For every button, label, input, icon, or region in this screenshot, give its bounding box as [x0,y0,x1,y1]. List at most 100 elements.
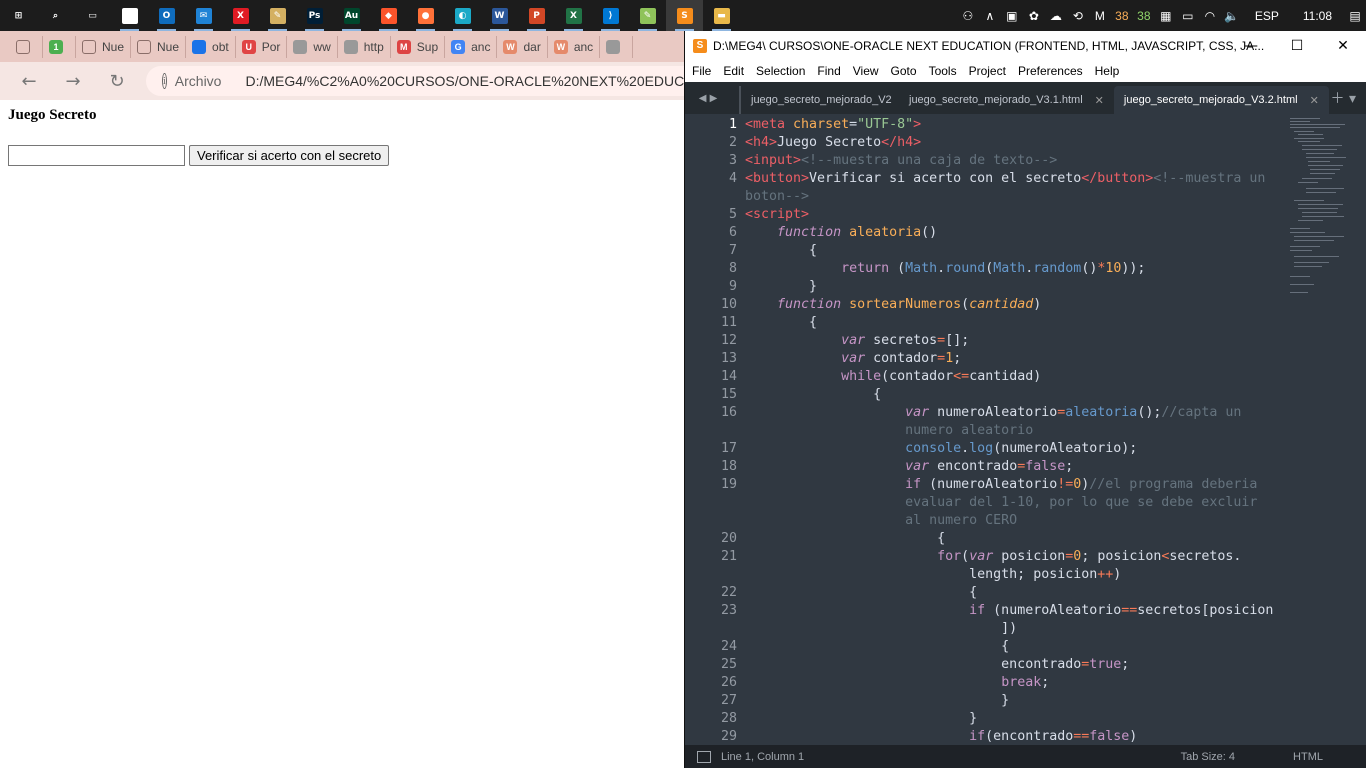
menu-selection[interactable]: Selection [756,64,805,78]
back-button[interactable]: ← [14,66,44,96]
taskbar-edge-icon[interactable]: ◐ [444,0,481,31]
volume-icon[interactable]: 🔈 [1221,0,1243,31]
taskbar-vscode-icon[interactable]: ⟩ [592,0,629,31]
taskbar-pen-app-icon[interactable]: ✎ [259,0,296,31]
code-line[interactable]: <meta charset="UTF-8"> [745,116,921,134]
browser-tab[interactable] [10,35,43,58]
taskbar-task-view-icon[interactable]: ▭ [74,0,111,31]
code-line[interactable]: if (numeroAleatorio==secretos[posicion [745,602,1273,620]
onedrive-icon[interactable]: ☁ [1045,0,1067,31]
taskbar-notepad-icon[interactable]: ✎ [629,0,666,31]
verify-button[interactable]: Verificar si acerto con el secreto [189,145,390,166]
code-line[interactable]: { [745,242,817,260]
code-line[interactable]: if(encontrado==false) [745,728,1137,745]
app-icon[interactable]: ✿ [1023,0,1045,31]
code-line[interactable]: var numeroAleatorio=aleatoria();//capta … [745,404,1241,422]
code-line[interactable]: function sortearNumeros(cantidad) [745,296,1041,314]
panel-toggle-icon[interactable] [697,750,711,763]
reload-button[interactable]: ↻ [102,66,132,96]
browser-tab[interactable]: Ganc [445,35,498,58]
browser-tab[interactable]: Nue [76,35,132,58]
calculator-icon[interactable]: ▦ [1155,0,1177,31]
taskbar-word-icon[interactable]: W [481,0,518,31]
taskbar-sublime-icon[interactable]: S [666,0,703,31]
code-line[interactable]: <input><!--muestra una caja de texto--> [745,152,1057,170]
code-line[interactable]: evaluar del 1-10, por lo que se debe exc… [745,494,1257,512]
code-area[interactable]: 1 <meta charset="UTF-8"> 2 <h4>Juego Secret… [685,114,1366,745]
code-line[interactable]: { [745,314,817,332]
forward-button[interactable]: → [58,66,88,96]
taskbar-firefox-icon[interactable]: ● [407,0,444,31]
code-line[interactable]: { [745,584,977,602]
tray-badge1[interactable]: 38 [1111,0,1133,31]
close-tab-icon[interactable]: ✕ [1310,94,1319,107]
code-line[interactable]: } [745,710,977,728]
taskbar-audition-icon[interactable]: Au [333,0,370,31]
code-line[interactable]: <button>Verificar si acerto con el secre… [745,170,1265,188]
code-line[interactable]: if (numeroAleatorio!=0)//el programa deb… [745,476,1257,494]
code-line[interactable]: encontrado=true; [745,656,1129,674]
code-line[interactable]: numero aleatorio [745,422,1033,440]
taskbar-explorer-icon[interactable]: ▬ [703,0,740,31]
wifi-icon[interactable]: ◠ [1199,0,1221,31]
code-line[interactable]: <h4>Juego Secreto</h4> [745,134,921,152]
maximize-button[interactable]: ☐ [1274,31,1320,60]
tray-lang[interactable]: ESP [1243,0,1291,31]
info-icon[interactable]: i [162,73,167,89]
editor-tab[interactable]: juego_secreto_mejorado_V3.1.html ✕ [899,86,1114,114]
address-bar[interactable]: i Archivo D:/MEG4/%C2%A0%20CURSOS/ONE-OR… [146,66,684,96]
taskbar-mail-icon[interactable]: ✉ [185,0,222,31]
minimize-button[interactable]: — [1228,31,1274,60]
syntax-mode[interactable]: HTML [1293,751,1323,763]
browser-tab[interactable]: ww [287,35,338,58]
taskbar-outlook-icon[interactable]: O [148,0,185,31]
code-line[interactable]: return (Math.round(Math.random()*10)); [745,260,1145,278]
browser-tab[interactable]: Wdar [497,35,548,58]
code-line[interactable]: } [745,692,1009,710]
people-icon[interactable]: ⚇ [957,0,979,31]
browser-tab[interactable]: 1 [43,35,76,58]
taskbar-photoshop-icon[interactable]: Ps [296,0,333,31]
editor-tab[interactable]: juego_secreto_mejorado_V3.2.html ✕ [1113,86,1329,114]
taskbar-powerpoint-icon[interactable]: P [518,0,555,31]
monitor-icon[interactable]: ▣ [1001,0,1023,31]
tray-badge2[interactable]: 38 [1133,0,1155,31]
sync-icon[interactable]: ⟲ [1067,0,1089,31]
menu-edit[interactable]: Edit [723,64,744,78]
menu-view[interactable]: View [853,64,879,78]
code-line[interactable]: length; posicion++) [745,566,1121,584]
m-icon[interactable]: M [1089,0,1111,31]
editor-tab[interactable]: juego_secreto_mejorado_V2 [739,86,899,114]
menu-find[interactable]: Find [817,64,840,78]
browser-tab[interactable]: Wanc [548,35,601,58]
taskbar-excel-icon[interactable]: X [555,0,592,31]
taskbar-search-icon[interactable]: ⌕ [37,0,74,31]
code-line[interactable]: al numero CERO [745,512,1017,530]
close-tab-icon[interactable]: ✕ [1095,94,1104,107]
chevron-up-icon[interactable]: ∧ [979,0,1001,31]
tab-size[interactable]: Tab Size: 4 [1181,751,1235,763]
code-line[interactable]: } [745,278,817,296]
browser-tab[interactable]: U Por [236,35,288,58]
battery-icon[interactable]: ▭ [1177,0,1199,31]
code-line[interactable]: console.log(numeroAleatorio); [745,440,1137,458]
browser-tab[interactable]: http [338,35,391,58]
code-line[interactable]: { [745,530,945,548]
minimap[interactable] [1288,116,1348,316]
notification-icon[interactable]: ▤ [1344,0,1366,31]
code-line[interactable]: { [745,386,881,404]
code-line[interactable]: function aleatoria() [745,224,937,242]
menu-preferences[interactable]: Preferences [1018,64,1083,78]
tray-time[interactable]: 11:08 [1291,0,1344,31]
code-line[interactable]: while(contador<=cantidad) [745,368,1041,386]
taskbar-windows-start-icon[interactable]: ⊞ [0,0,37,31]
code-line[interactable]: var encontrado=false; [745,458,1073,476]
menu-tools[interactable]: Tools [929,64,957,78]
code-line[interactable]: { [745,638,1009,656]
code-line[interactable]: boton--> [745,188,809,206]
code-line[interactable]: var secretos=[]; [745,332,969,350]
menu-help[interactable]: Help [1095,64,1120,78]
close-button[interactable]: ✕ [1320,31,1366,60]
cursor-position[interactable]: Line 1, Column 1 [721,751,804,763]
browser-tab[interactable] [600,35,634,58]
